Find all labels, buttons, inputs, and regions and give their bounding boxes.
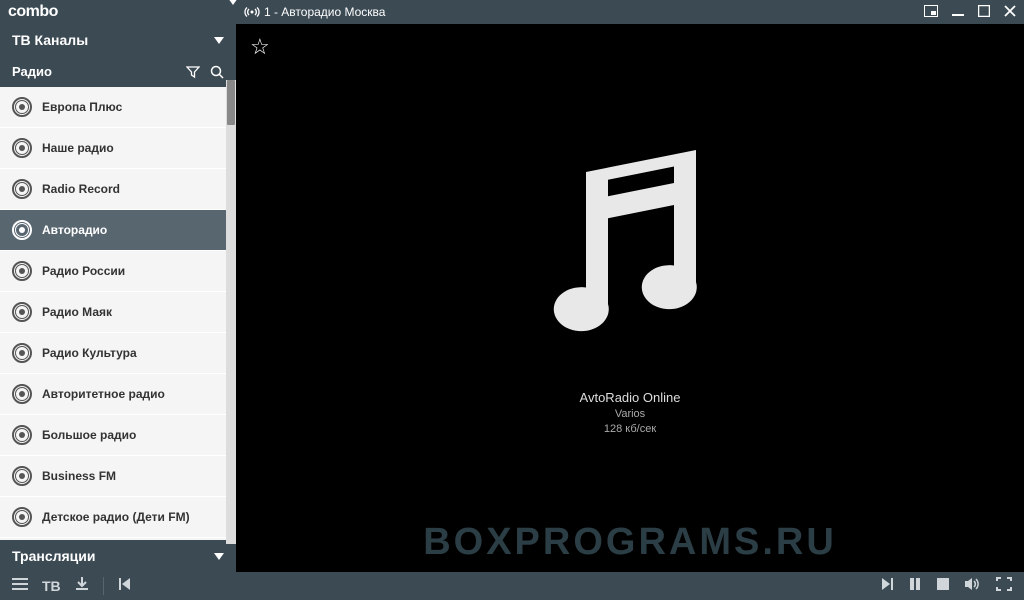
close-icon[interactable] <box>1004 4 1016 20</box>
volume-icon[interactable] <box>964 577 982 595</box>
stop-icon[interactable] <box>936 577 950 595</box>
list-item[interactable]: Большое радио <box>0 415 236 456</box>
broadcasts-label: Трансляции <box>12 548 95 564</box>
list-item-label: Radio Record <box>42 182 120 196</box>
list-item-label: Радио Маяк <box>42 305 112 319</box>
main-area: ТВ Каналы Радио Европа Плюс Наше радио R… <box>0 24 1024 572</box>
radio-icon <box>12 220 32 240</box>
list-item-label: Авторадио <box>42 223 107 237</box>
maximize-icon[interactable] <box>978 4 990 20</box>
chevron-down-icon <box>214 37 224 44</box>
compact-icon[interactable] <box>924 4 938 20</box>
prev-track-icon[interactable] <box>118 577 132 595</box>
player-area: ☆ AvtoRadio Online Varios 128 кб/сек BOX… <box>236 24 1024 572</box>
track-title: AvtoRadio Online <box>580 389 681 407</box>
track-artist: Varios <box>580 407 681 422</box>
channel-label: 1 - Авторадио Москва <box>264 5 386 19</box>
title-dropdown-icon[interactable] <box>228 5 238 19</box>
list-item[interactable]: Business FM <box>0 456 236 497</box>
music-note-icon <box>520 139 740 359</box>
album-art-placeholder <box>520 139 740 359</box>
scrollbar[interactable] <box>226 80 236 544</box>
list-item[interactable]: Авторадио <box>0 210 236 251</box>
tv-channels-header[interactable]: ТВ Каналы <box>0 24 236 56</box>
track-info: AvtoRadio Online Varios 128 кб/сек <box>580 389 681 438</box>
list-item-label: Радио России <box>42 264 125 278</box>
radio-icon <box>12 261 32 281</box>
next-track-icon[interactable] <box>880 577 894 595</box>
radio-icon <box>12 384 32 404</box>
broadcast-icon <box>244 6 260 18</box>
list-item[interactable]: Радио России <box>0 251 236 292</box>
tv-channels-label: ТВ Каналы <box>12 32 88 48</box>
search-icon[interactable] <box>210 65 224 79</box>
radio-icon <box>12 138 32 158</box>
radio-icon <box>12 97 32 117</box>
list-item-label: Европа Плюс <box>42 100 122 114</box>
radio-icon <box>12 302 32 322</box>
list-item[interactable]: Наше радио <box>0 128 236 169</box>
list-item-label: Радио Культура <box>42 346 137 360</box>
radio-icon <box>12 507 32 527</box>
sidebar: ТВ Каналы Радио Европа Плюс Наше радио R… <box>0 24 236 572</box>
radio-header[interactable]: Радио <box>0 56 236 87</box>
radio-icon <box>12 425 32 445</box>
radio-label: Радио <box>12 64 52 79</box>
list-item-label: Наше радио <box>42 141 114 155</box>
list-item[interactable]: Radio Record <box>0 169 236 210</box>
list-item[interactable]: Европа Плюс <box>0 87 236 128</box>
filter-icon[interactable] <box>186 65 200 79</box>
bottombar: ТВ <box>0 572 1024 600</box>
radio-icon <box>12 466 32 486</box>
list-item[interactable]: Детское радио (Дети FM) <box>0 497 236 538</box>
radio-icon <box>12 343 32 363</box>
tv-mode-button[interactable]: ТВ <box>42 579 61 593</box>
chevron-down-icon <box>214 553 224 560</box>
broadcasts-header[interactable]: Трансляции <box>0 540 236 572</box>
window-controls <box>924 4 1016 20</box>
watermark: BOXPROGRAMS.RU <box>236 521 1024 564</box>
divider <box>103 577 104 595</box>
radio-icon <box>12 179 32 199</box>
list-item[interactable]: Авторитетное радио <box>0 374 236 415</box>
favorite-star-icon[interactable]: ☆ <box>250 34 270 60</box>
list-item-label: Детское радио (Дети FM) <box>42 510 190 524</box>
fullscreen-icon[interactable] <box>996 577 1012 595</box>
download-icon[interactable] <box>75 577 89 595</box>
pause-icon[interactable] <box>908 577 922 595</box>
scrollbar-thumb[interactable] <box>227 80 235 125</box>
menu-icon[interactable] <box>12 577 28 595</box>
radio-list[interactable]: Европа Плюс Наше радио Radio Record Авто… <box>0 87 236 540</box>
list-item-label: Авторитетное радио <box>42 387 165 401</box>
track-bitrate: 128 кб/сек <box>580 422 681 437</box>
list-item[interactable]: Радио Культура <box>0 333 236 374</box>
titlebar: combo 1 - Авторадио Москва <box>0 0 1024 24</box>
list-item-label: Большое радио <box>42 428 136 442</box>
app-logo: combo <box>8 3 228 21</box>
now-playing-title: 1 - Авторадио Москва <box>244 5 924 19</box>
list-item-label: Business FM <box>42 469 116 483</box>
list-item[interactable]: Радио Маяк <box>0 292 236 333</box>
minimize-icon[interactable] <box>952 4 964 20</box>
